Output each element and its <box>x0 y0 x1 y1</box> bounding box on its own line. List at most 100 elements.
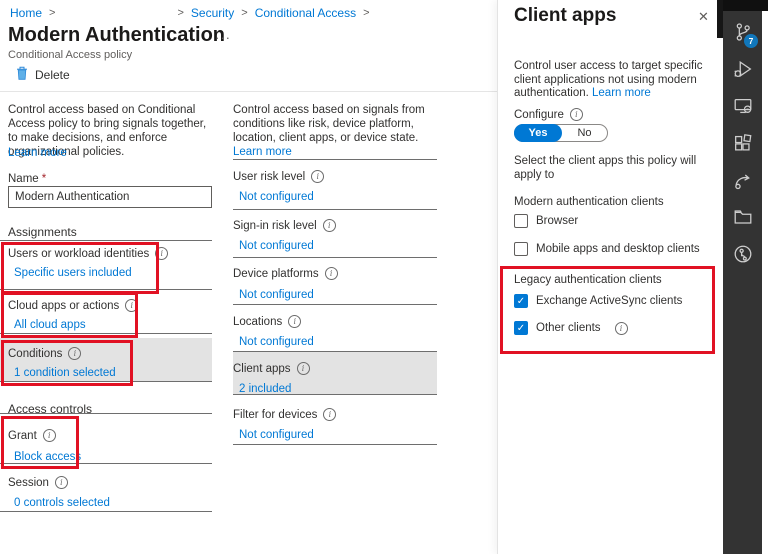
divider <box>233 304 437 305</box>
checkbox-icon: ✓ <box>514 214 528 228</box>
user-risk-label: User risk leveli <box>233 170 324 183</box>
live-share-icon[interactable] <box>723 161 762 198</box>
info-icon[interactable]: i <box>55 476 68 489</box>
checkbox-label: Other clients <box>536 322 601 334</box>
toolbar-divider <box>0 91 497 92</box>
policy-name-input[interactable] <box>8 186 212 208</box>
divider <box>0 381 212 382</box>
source-control-badge: 7 <box>744 34 758 48</box>
locations-label: Locationsi <box>233 315 301 328</box>
info-icon[interactable]: i <box>570 108 583 121</box>
breadcrumb-separator: > <box>177 7 183 19</box>
activity-bar: 7 <box>723 0 762 554</box>
select-apps-text: Select the client apps this policy will … <box>514 155 699 182</box>
checkbox-icon: ✓ <box>514 321 528 335</box>
commit-graph-icon[interactable] <box>723 235 762 272</box>
breadcrumb-separator: > <box>241 7 247 19</box>
cloud-apps-row-value[interactable]: All cloud apps <box>14 319 86 331</box>
checkbox-exchange-activesync[interactable]: ✓ Exchange ActiveSync clients <box>514 294 682 308</box>
divider <box>0 240 212 241</box>
device-platforms-value[interactable]: Not configured <box>239 289 314 301</box>
divider <box>233 257 437 258</box>
run-and-debug-icon[interactable] <box>723 50 762 87</box>
close-icon[interactable]: ✕ <box>692 8 715 26</box>
checkbox-other-clients[interactable]: ✓ Other clients i <box>514 321 628 335</box>
panel-description: Control user access to target specific c… <box>514 60 706 101</box>
window-edge-strip <box>717 0 768 11</box>
info-icon[interactable]: i <box>125 299 138 312</box>
info-icon[interactable]: i <box>43 429 56 442</box>
azure-portal-page: Home > > Security > Conditional Access >… <box>0 0 768 554</box>
learn-more-link[interactable]: Learn more <box>8 147 67 159</box>
page-subtitle: Conditional Access policy <box>8 49 132 61</box>
toggle-yes[interactable]: Yes <box>514 124 562 142</box>
configure-toggle[interactable]: Yes No <box>514 124 608 142</box>
checkbox-label: Mobile apps and desktop clients <box>536 243 700 255</box>
divider <box>0 333 212 334</box>
checkbox-mobile-desktop[interactable]: ✓ Mobile apps and desktop clients <box>514 242 700 256</box>
conditions-description: Control access based on signals from con… <box>233 103 437 159</box>
breadcrumb-separator: > <box>49 7 55 19</box>
breadcrumb-home[interactable]: Home <box>10 6 42 20</box>
learn-more-link[interactable]: Learn more <box>233 146 292 158</box>
divider <box>0 463 212 464</box>
delete-button[interactable]: Delete <box>16 66 70 83</box>
divider <box>0 511 212 512</box>
modern-clients-group-label: Modern authentication clients <box>514 196 664 208</box>
required-asterisk: * <box>42 173 46 185</box>
users-row-label: Users or workload identitiesi <box>8 247 168 260</box>
info-icon[interactable]: i <box>325 267 338 280</box>
cloud-apps-row-label: Cloud apps or actionsi <box>8 299 138 312</box>
checkbox-browser[interactable]: ✓ Browser <box>514 214 578 228</box>
extensions-icon[interactable] <box>723 124 762 161</box>
filter-devices-label: Filter for devicesi <box>233 408 336 421</box>
more-options-icon[interactable]: ··· <box>215 30 231 45</box>
filter-devices-value[interactable]: Not configured <box>239 429 314 441</box>
divider <box>233 159 437 160</box>
grant-row-value[interactable]: Block access <box>14 451 81 463</box>
divider <box>233 209 437 210</box>
signin-risk-label: Sign-in risk leveli <box>233 219 336 232</box>
session-row-value[interactable]: 0 controls selected <box>14 497 110 509</box>
legacy-clients-group-label: Legacy authentication clients <box>514 274 662 286</box>
client-apps-panel: Client apps ✕ Control user access to tar… <box>497 0 724 554</box>
users-row-value[interactable]: Specific users included <box>14 267 132 279</box>
checkbox-icon: ✓ <box>514 294 528 308</box>
user-risk-value[interactable]: Not configured <box>239 191 314 203</box>
remote-explorer-icon[interactable] <box>723 87 762 124</box>
trash-icon <box>16 66 28 83</box>
divider <box>233 444 437 445</box>
conditions-column: Control access based on signals from con… <box>233 103 437 463</box>
conditions-row-label: Conditionsi <box>8 347 81 360</box>
checkbox-icon: ✓ <box>514 242 528 256</box>
delete-label: Delete <box>35 68 70 82</box>
breadcrumb: Home > > Security > Conditional Access > <box>10 6 377 20</box>
info-icon[interactable]: i <box>297 362 310 375</box>
conditions-row-value[interactable]: 1 condition selected <box>14 367 116 379</box>
source-control-icon[interactable]: 7 <box>723 13 762 50</box>
breadcrumb-security[interactable]: Security <box>191 6 234 20</box>
panel-title: Client apps <box>514 5 616 27</box>
info-icon[interactable]: i <box>311 170 324 183</box>
learn-more-link[interactable]: Learn more <box>592 87 651 99</box>
client-apps-label: Client appsi <box>233 362 310 375</box>
info-icon[interactable]: i <box>323 408 336 421</box>
info-icon[interactable]: i <box>323 219 336 232</box>
breadcrumb-conditional-access[interactable]: Conditional Access <box>255 6 356 20</box>
info-icon[interactable]: i <box>68 347 81 360</box>
info-icon[interactable]: i <box>288 315 301 328</box>
device-platforms-label: Device platformsi <box>233 267 338 280</box>
info-icon[interactable]: i <box>615 322 628 335</box>
breadcrumb-separator: > <box>363 7 369 19</box>
client-apps-value[interactable]: 2 included <box>239 383 291 395</box>
session-row-label: Sessioni <box>8 476 68 489</box>
grant-row-label: Granti <box>8 429 56 442</box>
page-title: Modern Authentication <box>8 24 225 47</box>
folder-explorer-icon[interactable] <box>723 198 762 235</box>
locations-value[interactable]: Not configured <box>239 336 314 348</box>
signin-risk-value[interactable]: Not configured <box>239 240 314 252</box>
divider <box>0 289 212 290</box>
toggle-no[interactable]: No <box>562 125 607 141</box>
info-icon[interactable]: i <box>155 247 168 260</box>
scrollbar-thumb[interactable] <box>717 0 723 38</box>
